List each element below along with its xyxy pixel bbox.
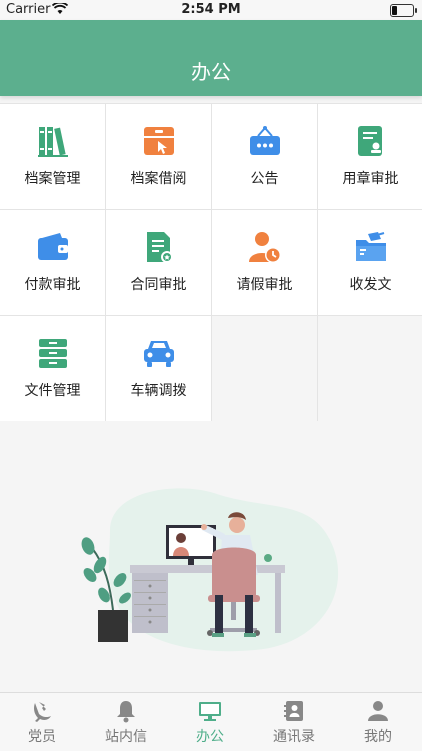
archive-books-icon [36, 124, 70, 158]
contacts-icon [282, 699, 306, 723]
seal-approval-icon [354, 124, 388, 158]
office-illustration [70, 470, 370, 660]
grid-item-announcement[interactable]: 公告 [212, 104, 317, 209]
car-icon [142, 336, 176, 370]
function-grid: 档案管理 档案借阅 公告 用章审批 付款审批 合同审批 请假审批 收发文 文件管… [0, 103, 422, 421]
grid-item-payment-approval[interactable]: 付款审批 [0, 210, 105, 315]
bell-icon [114, 699, 138, 723]
page-title: 办公 [191, 60, 231, 84]
grid-item-label: 档案借阅 [130, 171, 187, 187]
announcement-icon [248, 124, 282, 158]
battery-icon [390, 4, 417, 17]
grid-item-contract-approval[interactable]: 合同审批 [106, 210, 211, 315]
grid-item-label: 付款审批 [24, 277, 81, 293]
grid-item-archive-management[interactable]: 档案管理 [0, 104, 105, 209]
bottom-tab-bar: 党员 站内信 办公 通讯录 我的 [0, 692, 422, 751]
grid-item-label: 收发文 [349, 277, 392, 293]
status-time: 2:54 PM [181, 2, 241, 17]
grid-item-label: 公告 [250, 171, 279, 187]
grid-item-archive-borrow[interactable]: 档案借阅 [106, 104, 211, 209]
grid-item-label: 档案管理 [24, 171, 81, 187]
app-header: 办公 [0, 20, 422, 96]
grid-item-label: 请假审批 [236, 277, 293, 293]
tab-label: 我的 [364, 729, 392, 745]
tab-messages[interactable]: 站内信 [84, 693, 168, 751]
contract-icon [142, 230, 176, 264]
status-bar: Carrier 2:54 PM [0, 0, 422, 20]
grid-item-leave-approval[interactable]: 请假审批 [212, 210, 317, 315]
party-emblem-icon [30, 699, 54, 723]
tab-contacts[interactable]: 通讯录 [252, 693, 336, 751]
grid-empty-cell [318, 316, 422, 421]
grid-item-label: 车辆调拨 [130, 383, 187, 399]
grid-item-seal-approval[interactable]: 用章审批 [318, 104, 422, 209]
person-icon [366, 699, 390, 723]
tab-label: 党员 [28, 729, 56, 745]
tab-office[interactable]: 办公 [168, 693, 252, 751]
folder-send-icon [354, 230, 388, 264]
tab-label: 站内信 [105, 729, 147, 745]
tab-label: 办公 [196, 729, 224, 745]
tab-mine[interactable]: 我的 [336, 693, 420, 751]
grid-item-label: 文件管理 [24, 383, 81, 399]
archive-borrow-icon [142, 124, 176, 158]
tab-label: 通讯录 [273, 729, 315, 745]
file-cabinet-icon [36, 336, 70, 370]
grid-empty-cell [212, 316, 317, 421]
wallet-icon [36, 230, 70, 264]
grid-item-label: 合同审批 [130, 277, 187, 293]
leave-person-clock-icon [248, 230, 282, 264]
grid-item-file-management[interactable]: 文件管理 [0, 316, 105, 421]
tab-party-member[interactable]: 党员 [0, 693, 84, 751]
monitor-icon [198, 699, 222, 723]
grid-item-label: 用章审批 [342, 171, 399, 187]
grid-item-vehicle-dispatch[interactable]: 车辆调拨 [106, 316, 211, 421]
grid-item-send-receive-documents[interactable]: 收发文 [318, 210, 422, 315]
